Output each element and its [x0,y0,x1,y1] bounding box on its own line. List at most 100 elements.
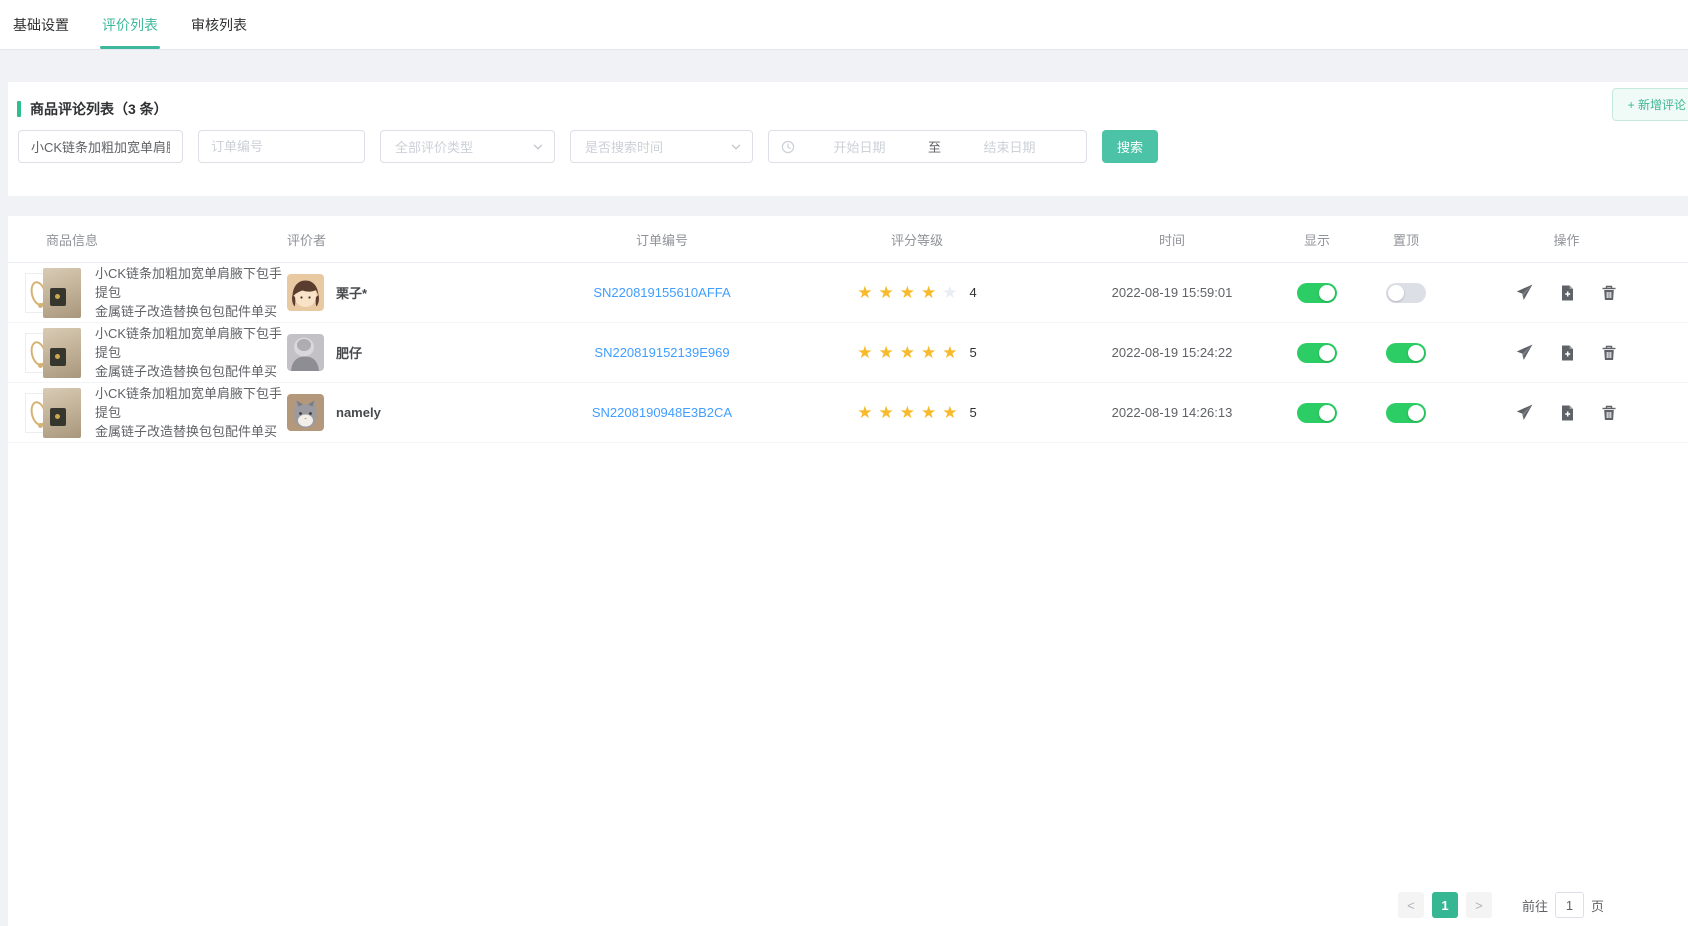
show-toggle[interactable] [1297,283,1337,303]
delete-icon[interactable] [1601,285,1617,301]
table-row: 小CK链条加粗加宽单肩腋下包手提包 金属链子改造替换包包配件单买 namely … [8,383,1688,443]
avatar [287,334,324,371]
date-start-placeholder[interactable]: 开始日期 [795,137,924,156]
file-add-icon[interactable] [1559,405,1575,421]
top-toggle[interactable] [1386,283,1426,303]
table-header-row: 商品信息 评价者 订单编号 评分等级 时间 显示 置顶 操作 [8,216,1688,263]
review-table: 商品信息 评价者 订单编号 评分等级 时间 显示 置顶 操作 小CK链条加粗加宽… [8,216,1688,926]
reviewer-cell: 栗子* [287,274,567,311]
product-image-photo [43,388,81,438]
avatar [287,274,324,311]
star-icon: ★ [921,343,936,363]
file-add-icon[interactable] [1559,345,1575,361]
col-header-reviewer: 评价者 [287,230,567,249]
star-icon: ★ [879,343,894,363]
reviewer-name: namely [336,405,381,420]
star-icon: ★ [921,283,936,303]
col-header-show: 显示 [1304,230,1330,249]
top-toggle[interactable] [1386,403,1426,423]
product-cell: 小CK链条加粗加宽单肩腋下包手提包 金属链子改造替换包包配件单买 [25,264,287,321]
panel-title-row: 商品评论列表（3 条） [8,82,1688,118]
tab-bar: 基础设置 评价列表 审核列表 [0,0,1688,50]
star-icon: ★ [942,343,957,363]
reviewer-cell: namely [287,394,567,431]
review-type-select[interactable]: 全部评价类型 [380,130,555,163]
product-cell: 小CK链条加粗加宽单肩腋下包手提包 金属链子改造替换包包配件单买 [25,384,287,441]
page-title: 商品评论列表（3 条） [30,99,168,119]
product-keyword-field [18,130,183,163]
title-accent-bar [17,101,21,117]
next-page-button[interactable]: > [1466,892,1492,918]
date-end-placeholder[interactable]: 结束日期 [945,137,1074,156]
review-time: 2022-08-19 15:24:22 [1112,345,1233,360]
review-time: 2022-08-19 15:59:01 [1112,285,1233,300]
review-time: 2022-08-19 14:26:13 [1112,405,1233,420]
rating-value: 5 [970,345,977,360]
product-thumbnails [25,328,83,378]
send-icon[interactable] [1516,404,1533,421]
chevron-down-icon [532,141,544,153]
time-search-value: 是否搜索时间 [585,137,663,156]
product-title-line1: 小CK链条加粗加宽单肩腋下包手提包 [95,324,287,362]
date-separator: 至 [924,137,945,156]
tab-review-list[interactable]: 评价列表 [102,0,158,49]
product-keyword-input[interactable] [19,139,182,154]
product-title-line2: 金属链子改造替换包包配件单买 [95,302,287,321]
show-toggle[interactable] [1297,403,1337,423]
tab-audit-list[interactable]: 审核列表 [191,0,247,49]
col-header-actions: 操作 [1553,230,1579,249]
top-toggle[interactable] [1386,343,1426,363]
send-icon[interactable] [1516,284,1533,301]
col-header-top: 置顶 [1393,230,1419,249]
star-icon: ★ [942,283,957,303]
delete-icon[interactable] [1601,405,1617,421]
star-icon: ★ [900,403,915,423]
file-add-icon[interactable] [1559,285,1575,301]
table-row: 小CK链条加粗加宽单肩腋下包手提包 金属链子改造替换包包配件单买 栗子* SN2… [8,263,1688,323]
star-icon: ★ [857,403,872,423]
pagination: < 1 > 前往 页 [1394,892,1604,918]
prev-page-button[interactable]: < [1398,892,1424,918]
date-range-picker[interactable]: 开始日期 至 结束日期 [768,130,1087,163]
product-title-line2: 金属链子改造替换包包配件单买 [95,362,287,381]
show-toggle[interactable] [1297,343,1337,363]
star-icon: ★ [900,343,915,363]
rating-value: 5 [970,405,977,420]
star-icon: ★ [879,283,894,303]
col-header-product: 商品信息 [25,230,287,249]
order-no-link[interactable]: SN220819155610AFFA [593,285,730,300]
reviewer-name: 肥仔 [336,343,362,362]
star-icon: ★ [857,283,872,303]
star-icon: ★ [857,343,872,363]
time-search-select[interactable]: 是否搜索时间 [570,130,753,163]
star-rating: ★★★★★ 4 [857,283,976,303]
reviewer-name: 栗子* [336,283,367,302]
order-no-link[interactable]: SN2208190948E3B2CA [592,405,732,420]
table-row: 小CK链条加粗加宽单肩腋下包手提包 金属链子改造替换包包配件单买 肥仔 SN22… [8,323,1688,383]
star-icon: ★ [900,283,915,303]
col-header-rating: 评分等级 [891,230,943,249]
product-image-photo [43,268,81,318]
col-header-order-no: 订单编号 [636,230,688,249]
star-icon: ★ [921,403,936,423]
order-no-input[interactable] [199,139,364,154]
product-thumbnails [25,388,83,438]
add-review-button[interactable]: + 新增评论 [1612,88,1688,121]
product-thumbnails [25,268,83,318]
order-no-field [198,130,365,163]
page-1-button[interactable]: 1 [1432,892,1458,918]
product-title-line1: 小CK链条加粗加宽单肩腋下包手提包 [95,264,287,302]
search-button[interactable]: 搜索 [1102,130,1158,163]
star-icon: ★ [879,403,894,423]
review-type-value: 全部评价类型 [395,137,473,156]
send-icon[interactable] [1516,344,1533,361]
avatar [287,394,324,431]
goto-label: 前往 [1522,896,1548,915]
goto-page-input[interactable] [1555,892,1584,918]
tab-basic-settings[interactable]: 基础设置 [13,0,69,49]
star-rating: ★★★★★ 5 [857,403,976,423]
order-no-link[interactable]: SN220819152139E969 [594,345,729,360]
star-rating: ★ ★ ★ ★ ★ 5 [857,343,976,363]
clock-icon [781,140,795,154]
delete-icon[interactable] [1601,345,1617,361]
